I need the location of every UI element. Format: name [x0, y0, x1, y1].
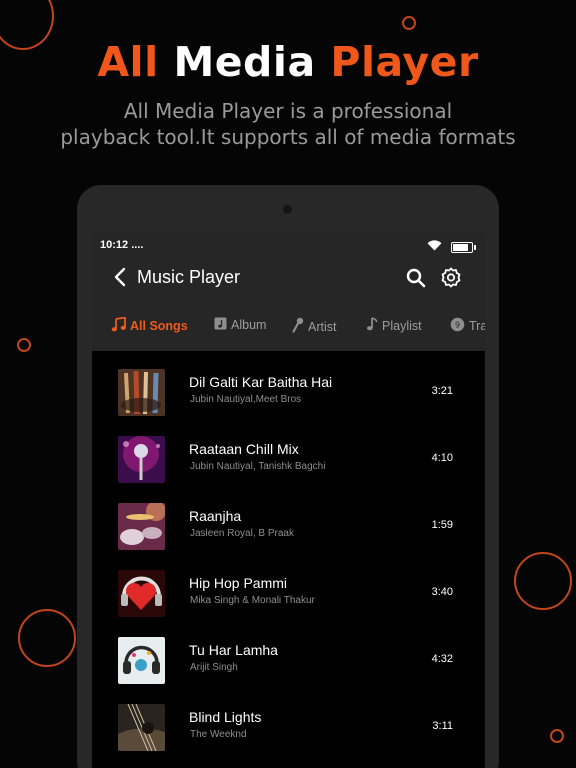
microphone-icon — [292, 317, 304, 336]
tab-bar: All Songs Album Artist Playlist 9 Tra — [92, 316, 485, 339]
list-item[interactable]: Dil Galti Kar Baitha Hai Jubin Nautiyal,… — [92, 356, 485, 423]
decorative-ring — [17, 338, 31, 352]
gear-icon[interactable] — [439, 266, 463, 290]
status-time: 10:12 .... — [100, 239, 144, 251]
song-artist: Arijit Singh — [190, 662, 238, 673]
tab-label: Playlist — [382, 318, 422, 333]
decorative-ring — [514, 552, 572, 610]
song-duration: 3:21 — [431, 385, 453, 397]
tab-all-songs[interactable]: All Songs — [111, 316, 188, 335]
app-screen: 10:12 .... Music Player All Songs Album … — [92, 233, 485, 768]
song-title: Blind Lights — [189, 709, 262, 725]
song-duration: 3:40 — [431, 586, 453, 598]
song-title: Hip Hop Pammi — [189, 575, 288, 591]
album-icon — [214, 317, 227, 333]
decorative-ring — [402, 16, 416, 30]
song-duration: 1:59 — [431, 519, 453, 531]
album-art-guitars — [118, 369, 165, 416]
song-artist: Mika Singh & Monali Thakur — [190, 595, 315, 606]
tab-label: Artist — [308, 319, 337, 334]
track-icon: 9 — [450, 317, 465, 335]
headline-word-player: Player — [330, 38, 479, 86]
song-title: Dil Galti Kar Baitha Hai — [189, 374, 333, 390]
subtitle-line-2: playback tool.It supports all of media f… — [60, 125, 516, 149]
playlist-note-icon — [366, 317, 378, 334]
album-art-heart-headphones — [118, 570, 165, 617]
list-item[interactable]: Tu Har Lamha Arijit Singh 4:32 — [92, 624, 485, 691]
song-duration: 4:32 — [431, 653, 453, 665]
tab-label: Tra — [469, 319, 485, 333]
subtitle-line-1: All Media Player is a professional — [123, 99, 453, 123]
song-title: Raataan Chill Mix — [189, 441, 299, 457]
decorative-ring — [550, 729, 564, 743]
list-item[interactable]: Raanjha Jasleen Royal, B Praak 1:59 — [92, 490, 485, 557]
list-item[interactable]: Blind Lights The Weeknd 3:11 — [92, 691, 485, 758]
promo-headline: All Media Player — [0, 38, 576, 86]
headline-word-all: All — [97, 38, 159, 86]
tab-artist[interactable]: Artist — [292, 317, 336, 336]
headline-word-media: Media — [173, 38, 316, 86]
search-icon[interactable] — [405, 267, 427, 289]
battery-icon — [451, 241, 476, 253]
tab-label: All Songs — [130, 319, 188, 333]
album-art-microphone — [118, 436, 165, 483]
album-art-headphones — [118, 637, 165, 684]
tab-album[interactable]: Album — [214, 317, 266, 333]
song-duration: 4:10 — [431, 452, 453, 464]
song-title: Raanjha — [189, 508, 242, 524]
tab-label: Album — [231, 318, 267, 332]
music-note-icon — [111, 316, 126, 335]
tab-playlist[interactable]: Playlist — [366, 317, 422, 334]
promo-subtitle: All Media Player is a professional playb… — [0, 98, 576, 150]
album-art-guitar-closeup — [118, 704, 165, 751]
camera-dot — [283, 205, 292, 214]
page-title: Music Player — [137, 267, 241, 287]
album-art-drums — [118, 503, 165, 550]
decorative-ring — [18, 609, 76, 667]
svg-text:9: 9 — [455, 321, 460, 330]
tab-tracks[interactable]: 9 Tra — [450, 317, 485, 335]
song-artist: Jubin Nautiyal,Meet Bros — [190, 394, 302, 405]
song-duration: 3:11 — [432, 720, 453, 732]
status-icons — [427, 238, 476, 256]
wifi-icon — [427, 238, 442, 256]
list-item[interactable]: Hip Hop Pammi Mika Singh & Monali Thakur… — [92, 557, 485, 624]
song-artist: The Weeknd — [190, 729, 247, 740]
list-item[interactable]: Raataan Chill Mix Jubin Nautiyal, Tanish… — [92, 423, 485, 490]
back-arrow-icon[interactable] — [110, 266, 132, 288]
song-artist: Jubin Nautiyal, Tanishk Bagchi — [190, 461, 326, 472]
song-title: Tu Har Lamha — [189, 642, 278, 658]
song-artist: Jasleen Royal, B Praak — [190, 528, 294, 539]
app-bar: 10:12 .... Music Player All Songs Album … — [92, 233, 485, 351]
